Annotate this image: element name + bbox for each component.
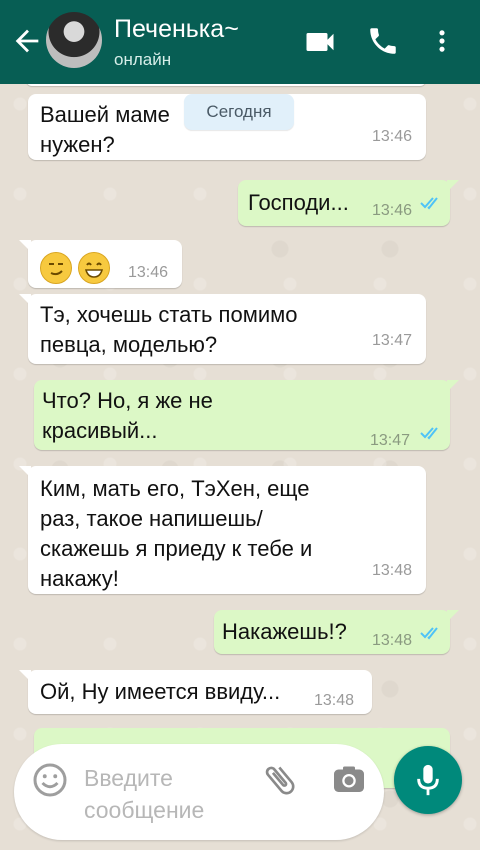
emoji-icon[interactable] [32,762,68,798]
mic-button[interactable] [394,746,462,814]
incoming-message[interactable]: Ой, Ну имеется ввиду... 13:48 [19,670,372,714]
message-time: 13:46 [128,264,169,281]
bubble-tail [447,180,459,192]
contact-name[interactable]: Печенька~ [114,14,239,44]
message-time: 13:47 [370,432,411,449]
message-time: 13:46 [371,128,412,145]
bubble-tail [19,294,31,306]
smirk-emoji-icon [40,252,72,284]
message-time: 13:48 [314,692,355,709]
date-chip: Сегодня [184,94,294,130]
message-placeholder: Введите сообщение [84,765,205,823]
chat-area[interactable]: Вашей маме нужен? 13:46 Сегодня Господи.… [0,84,480,850]
incoming-message[interactable]: Тэ, хочешь стать помимо певца, моделью? … [19,294,426,364]
message-input[interactable]: Введите сообщение [14,744,384,840]
partial-message-bubble[interactable] [26,84,426,86]
chat-header: Печенька~ онлайн [0,0,480,84]
video-call-icon[interactable] [302,24,338,60]
message-text: Ким, мать его, ТэХен, еще раз, такое нап… [40,476,313,591]
outgoing-message[interactable]: Накажешь!? 13:48 [214,610,459,654]
outgoing-message[interactable]: Господи... 13:46 [238,180,459,226]
message-text: Тэ, хочешь стать помимо певца, моделью? [40,302,298,357]
voice-call-icon[interactable] [366,24,400,58]
avatar[interactable] [46,12,102,68]
message-time: 13:47 [371,332,412,349]
back-arrow-icon[interactable] [10,24,44,58]
bubble-tail [19,670,31,682]
grin-emoji-icon [78,252,110,284]
outgoing-message[interactable]: Что? Но, я же не красивый... 13:47 [34,380,459,450]
read-ticks-icon [420,197,438,210]
incoming-message[interactable]: 13:46 [19,240,182,288]
message-text: Господи... [248,190,349,215]
message-text: Вашей маме нужен? [40,102,170,157]
microphone-icon [417,764,439,796]
message-text: Что? Но, я же не красивый... [42,388,213,443]
bubble-tail [447,610,459,622]
read-ticks-icon [420,427,438,440]
contact-status: онлайн [114,50,172,69]
bubble-tail [19,240,31,252]
incoming-message[interactable]: Ким, мать его, ТэХен, еще раз, такое нап… [19,466,426,594]
read-ticks-icon [420,627,438,640]
more-options-icon[interactable] [428,24,456,58]
attach-icon[interactable] [260,760,300,800]
message-time: 13:46 [372,202,413,219]
message-text: Ой, Ну имеется ввиду... [40,679,281,704]
message-text: Накажешь!? [222,619,347,644]
camera-icon[interactable] [330,762,368,798]
message-time: 13:48 [371,562,412,579]
message-time: 13:48 [372,632,413,649]
bubble-tail [19,466,31,478]
bubble-tail [447,380,459,392]
